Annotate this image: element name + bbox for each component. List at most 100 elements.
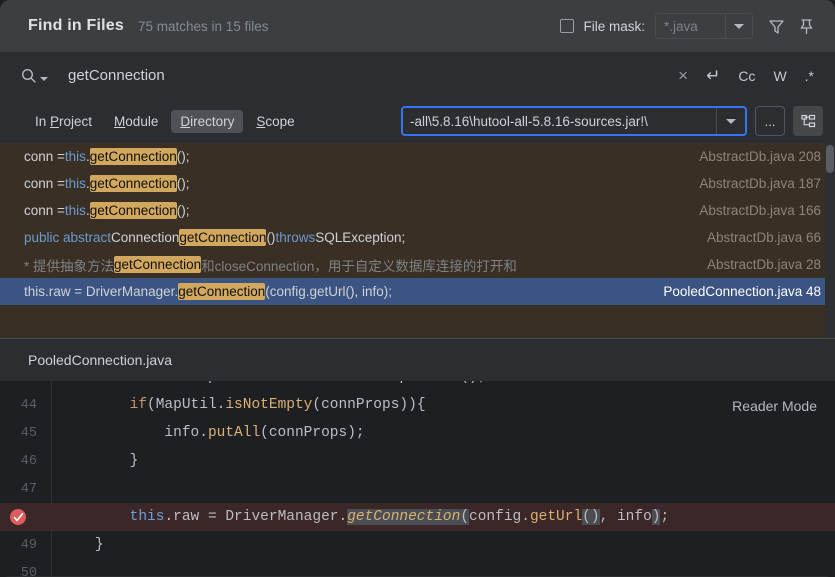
regex-button[interactable]: .* bbox=[798, 64, 821, 88]
preview-file-name: PooledConnection.java bbox=[28, 352, 172, 368]
module-scope-button[interactable] bbox=[793, 106, 823, 136]
code-segment: this.raw = DriverManager. bbox=[24, 284, 179, 299]
chevron-down-icon bbox=[40, 76, 48, 81]
browse-directory-button[interactable]: ... bbox=[755, 106, 785, 136]
code-line[interactable]: 49 } bbox=[0, 531, 835, 559]
code-segment: (); bbox=[176, 176, 190, 191]
dialog-titlebar: Find in Files 75 matches in 15 files Fil… bbox=[0, 0, 835, 52]
pin-icon bbox=[799, 18, 813, 34]
code-token: ) bbox=[408, 397, 417, 413]
code-text: } bbox=[44, 537, 104, 553]
file-mask-label: File mask: bbox=[583, 18, 645, 34]
search-scope-dropdown[interactable] bbox=[20, 67, 48, 85]
file-mask-value[interactable]: *.java bbox=[656, 14, 726, 38]
method-token: isNotEmpty bbox=[225, 397, 313, 413]
code-text: info.putAll(connProps); bbox=[44, 425, 364, 441]
line-number: 46 bbox=[20, 453, 37, 469]
result-row[interactable]: * 提供抽象方法 getConnection 和closeConnection，用于… bbox=[0, 251, 835, 278]
code-line: 43 final Properties info = new Propertie… bbox=[0, 381, 835, 391]
code-segment: Connection bbox=[111, 230, 180, 245]
filter-button[interactable] bbox=[761, 11, 791, 41]
reader-mode-label[interactable]: Reader Mode bbox=[732, 398, 817, 414]
code-line[interactable]: 47 bbox=[0, 475, 835, 503]
code-text: final Properties info = new Properties()… bbox=[44, 381, 487, 385]
results-list[interactable]: conn = this. getConnection (); AbstractDb.j… bbox=[0, 143, 835, 338]
code-segment: public abstract bbox=[24, 230, 112, 245]
code-token: ; bbox=[660, 509, 670, 525]
pin-button[interactable] bbox=[791, 11, 821, 41]
code-line[interactable]: 50 bbox=[0, 559, 835, 577]
code-line[interactable]: 44 if(MapUtil.isNotEmpty(connProps)){ bbox=[0, 391, 835, 419]
code-segment: * 提供抽象方法 bbox=[24, 258, 115, 274]
file-mask-dropdown-button[interactable] bbox=[726, 14, 752, 38]
page-title: Find in Files bbox=[28, 17, 124, 34]
line-number: 45 bbox=[20, 425, 37, 441]
code-token: connProps bbox=[268, 425, 348, 441]
line-number: 50 bbox=[20, 565, 37, 577]
code-token: ; bbox=[478, 381, 487, 385]
scope-tab-scope[interactable]: Scope bbox=[247, 110, 303, 133]
code-token: connProps bbox=[321, 397, 400, 413]
directory-path-combobox[interactable]: -all\5.8.16\hutool-all-5.8.16-sources.ja… bbox=[401, 106, 747, 136]
directory-path-dropdown-button[interactable] bbox=[717, 108, 745, 134]
keyword-token: this bbox=[129, 509, 165, 525]
code-line[interactable]: 45 info.putAll(connProps); bbox=[0, 419, 835, 447]
clipped-code-line: 43 final Properties info = new Propertie… bbox=[0, 381, 835, 391]
scope-tab-in-project[interactable]: In Project bbox=[26, 110, 101, 133]
result-row[interactable]: conn = this. getConnection (); AbstractDb.j… bbox=[0, 143, 835, 170]
file-mask-checkbox[interactable] bbox=[560, 19, 575, 33]
code-token: info bbox=[278, 381, 313, 385]
code-line[interactable]: 46 } bbox=[0, 447, 835, 475]
code-segment: () bbox=[266, 230, 276, 245]
code-token: final bbox=[130, 381, 174, 385]
code-text: this.raw = DriverManager.getConnection(c… bbox=[44, 509, 669, 525]
results-scrollbar-thumb[interactable] bbox=[826, 145, 834, 173]
find-in-files-dialog: Find in Files 75 matches in 15 files Fil… bbox=[0, 0, 835, 577]
code-token: config bbox=[469, 509, 522, 525]
breakpoint-verified-icon[interactable] bbox=[10, 509, 26, 525]
method-token: putAll bbox=[207, 425, 261, 441]
result-file-location: PooledConnection.java 48 bbox=[663, 284, 821, 299]
keyword-token: new bbox=[338, 381, 364, 385]
match-token: getConnection bbox=[347, 509, 461, 525]
directory-path-input[interactable]: -all\5.8.16\hutool-all-5.8.16-sources.ja… bbox=[403, 108, 717, 134]
result-code-snippet: this.raw = DriverManager. getConnection (c… bbox=[24, 283, 392, 300]
file-mask-combobox[interactable]: *.java bbox=[655, 13, 753, 39]
result-code-snippet: conn = this. getConnection (); bbox=[24, 202, 190, 219]
line-number: 44 bbox=[20, 397, 37, 413]
words-button[interactable]: W bbox=[766, 64, 793, 88]
newline-search-button[interactable]: ↵ bbox=[699, 62, 727, 90]
scope-row: In Project Module Directory Scope -all\5… bbox=[0, 99, 835, 143]
match-summary: 75 matches in 15 files bbox=[137, 18, 269, 34]
scope-tab-directory[interactable]: Directory bbox=[171, 109, 244, 133]
result-row[interactable]: conn = this. getConnection (); AbstractDb.j… bbox=[0, 170, 835, 197]
line-number: 47 bbox=[20, 481, 37, 497]
code-line[interactable]: this.raw = DriverManager.getConnection(c… bbox=[0, 503, 835, 531]
class-token: MapUtil bbox=[155, 397, 217, 413]
result-row[interactable]: public abstract Connection getConnection… bbox=[0, 224, 835, 251]
code-token: info bbox=[164, 425, 200, 441]
result-row[interactable]: conn = this. getConnection (); AbstractDb.j… bbox=[0, 197, 835, 224]
code-token: ( bbox=[582, 509, 591, 525]
code-token: } bbox=[94, 537, 104, 553]
result-file-location: AbstractDb.java 28 bbox=[706, 257, 821, 272]
search-input[interactable]: getConnection bbox=[68, 67, 165, 84]
code-token: ) bbox=[399, 397, 409, 413]
clear-search-button[interactable]: × bbox=[671, 62, 695, 90]
result-row[interactable]: this.raw = DriverManager. getConnection (c… bbox=[0, 278, 835, 305]
code-token: . bbox=[164, 509, 174, 525]
code-segment: conn = bbox=[24, 149, 65, 164]
code-segment: throws bbox=[275, 230, 316, 245]
code-segment: (); bbox=[176, 203, 190, 218]
results-scrollbar[interactable] bbox=[825, 143, 835, 338]
match-case-button[interactable]: Cc bbox=[731, 64, 762, 88]
code-token: . bbox=[521, 509, 530, 525]
scope-tab-module[interactable]: Module bbox=[105, 110, 167, 133]
code-preview[interactable]: 43 final Properties info = new Propertie… bbox=[0, 381, 835, 576]
